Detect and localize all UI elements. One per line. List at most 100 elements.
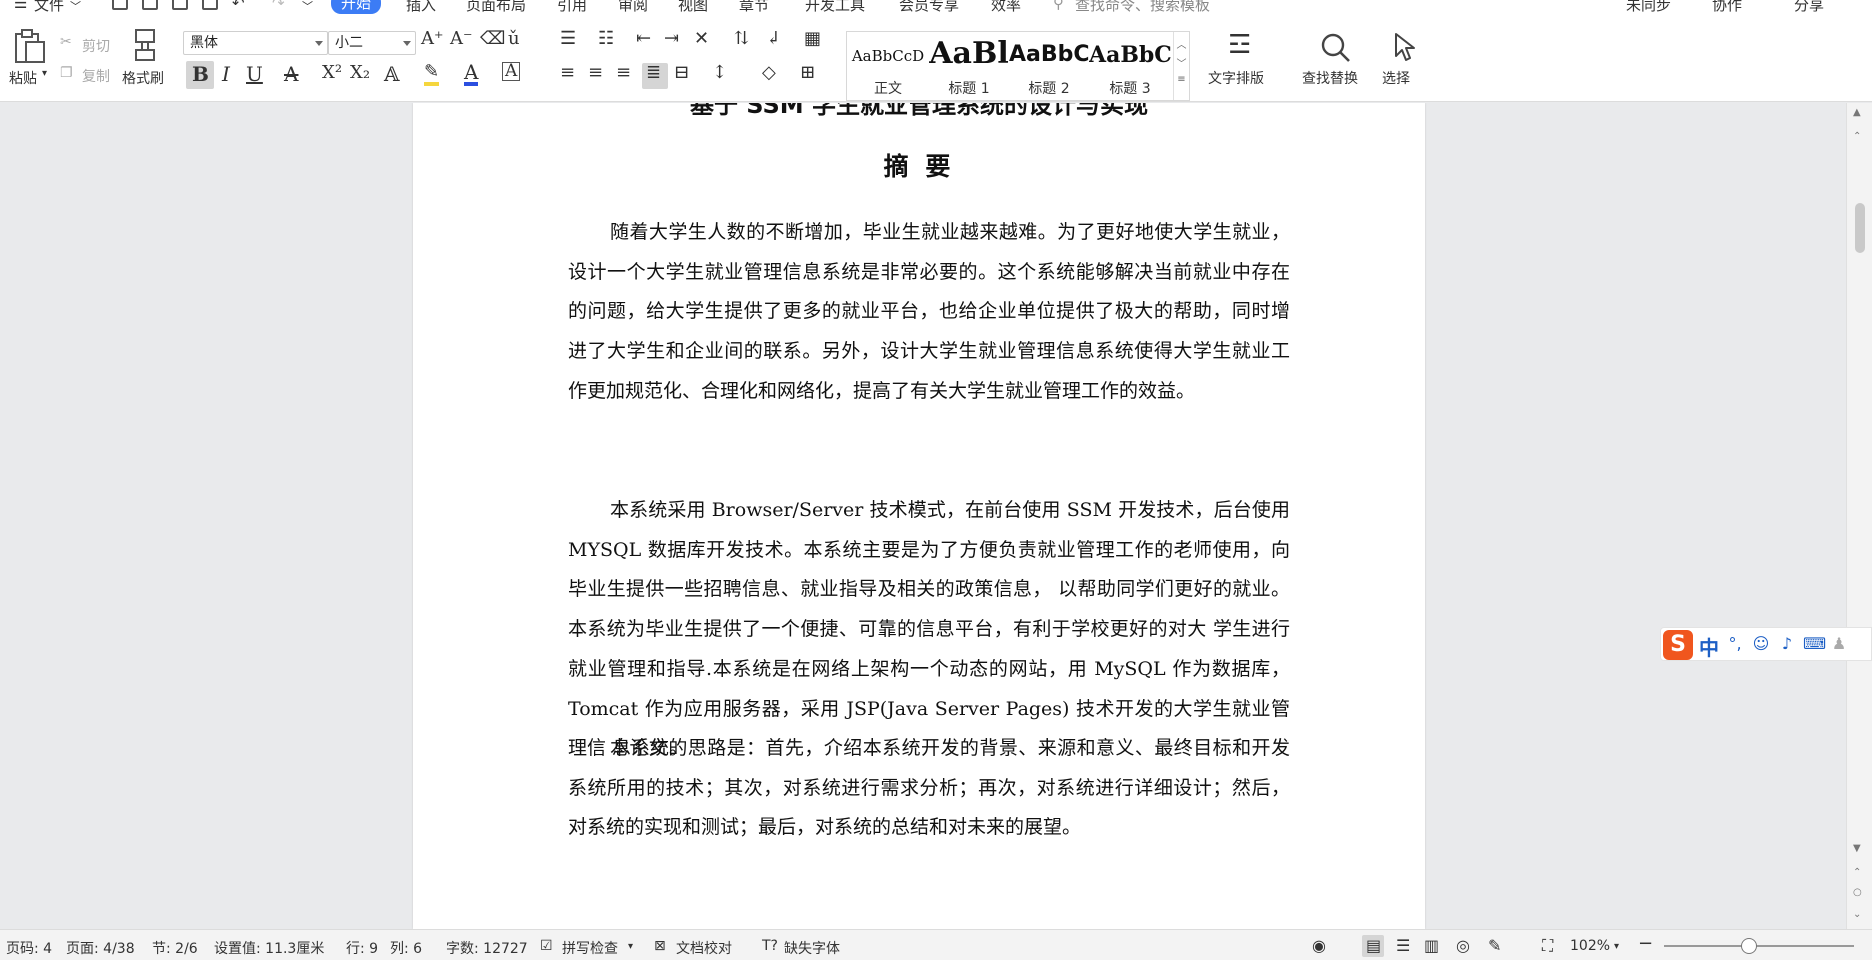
abstract-paragraph-1[interactable]: 随着大学生人数的不断增加，毕业生就业越来越难。为了更好地使大学生就业， 设计一个… — [568, 213, 1290, 412]
chevron-up-icon[interactable]: ︿ — [1174, 36, 1189, 51]
font-color-icon[interactable]: A — [464, 62, 479, 86]
style-normal[interactable]: AaBbCcD 正文 — [847, 32, 929, 100]
bullet-list-icon[interactable]: ☰ — [560, 28, 576, 49]
missing-font-button[interactable]: 缺失字体 — [784, 938, 840, 958]
paste-icon[interactable] — [12, 28, 46, 64]
fit-page-icon[interactable]: ⛶ — [1542, 936, 1553, 956]
format-painter-icon[interactable] — [132, 28, 158, 62]
chevron-down-icon[interactable]: ﹀ — [1174, 55, 1189, 70]
print-icon[interactable] — [172, 0, 188, 10]
copy-button[interactable]: 复制 — [82, 66, 110, 86]
zoom-slider-track[interactable] — [1664, 945, 1854, 947]
cursor-select-icon[interactable] — [1392, 32, 1416, 62]
show-marks-icon[interactable]: ↲ — [766, 28, 781, 49]
borders-icon[interactable]: ⊞ — [800, 62, 815, 83]
document-page[interactable]: 基于 SSM 学生就业管理系统的设计与实现 摘 要 随着大学生人数的不断增加，毕… — [413, 103, 1425, 929]
paste-dropdown-icon[interactable]: ▾ — [42, 68, 47, 79]
bold-icon[interactable]: B — [192, 62, 209, 86]
copy-icon[interactable]: ❐ — [60, 65, 73, 81]
tab-efficiency[interactable]: 效率 — [991, 0, 1021, 14]
align-left-icon[interactable]: ≡ — [560, 62, 575, 83]
find-icon[interactable] — [1320, 32, 1352, 64]
italic-icon[interactable]: I — [222, 62, 230, 86]
proofread-button[interactable]: 文档校对 — [676, 938, 732, 958]
sogou-logo-icon[interactable]: S — [1663, 630, 1693, 660]
font-name-select[interactable]: 黑体 — [183, 31, 328, 55]
cut-button[interactable]: 剪切 — [82, 36, 110, 56]
setting-value[interactable]: 设置值: 11.3厘米 — [214, 938, 324, 958]
paste-button[interactable]: 粘贴 — [9, 68, 37, 88]
missing-font-icon[interactable]: T? — [762, 938, 778, 954]
col-info[interactable]: 列: 6 — [390, 938, 422, 958]
line-spacing-icon[interactable]: ↕ — [712, 62, 727, 83]
zoom-level[interactable]: 102% — [1570, 938, 1610, 954]
word-count[interactable]: 字数: 12727 — [446, 938, 528, 958]
abstract-paragraph-2[interactable]: 本系统采用 Browser/Server 技术模式，在前台使用 SSM 开发技术… — [568, 491, 1290, 769]
cut-icon[interactable]: ✂ — [60, 34, 72, 50]
scrollbar-thumb[interactable] — [1855, 203, 1865, 253]
shrink-font-icon[interactable]: A⁻ — [450, 28, 473, 49]
file-menu[interactable]: 文件 — [34, 0, 64, 14]
proofread-icon[interactable]: ⊠ — [654, 938, 666, 954]
chevron-down-icon[interactable]: ▾ — [628, 941, 633, 952]
page-view-icon[interactable]: ▤ — [1366, 936, 1381, 955]
punctuation-icon[interactable]: °, — [1725, 634, 1745, 654]
emoji-icon[interactable]: ☺ — [1751, 634, 1771, 654]
align-center-icon[interactable]: ≡ — [588, 62, 603, 83]
share-button[interactable]: 分享 — [1794, 0, 1824, 14]
keyboard-icon[interactable]: ⌨ — [1803, 634, 1826, 654]
shading-icon[interactable]: ◇ — [762, 62, 776, 83]
style-heading-3[interactable]: AaBbC 标题 3 — [1089, 32, 1171, 100]
undo-icon[interactable]: ↶ — [232, 0, 245, 12]
chinese-layout-icon[interactable]: ✕ — [694, 28, 709, 49]
numbered-list-icon[interactable]: ☷ — [598, 28, 614, 49]
command-search-input[interactable]: 查找命令、搜索模板 — [1075, 0, 1210, 14]
justify-icon[interactable]: ≣ — [646, 62, 661, 83]
skin-icon[interactable]: ♟ — [1829, 634, 1849, 654]
web-view-icon[interactable]: ◎ — [1456, 936, 1470, 955]
style-heading-1[interactable]: AaBl 标题 1 — [929, 32, 1009, 100]
browse-object-icon[interactable]: ○ — [1853, 887, 1862, 898]
text-effect-icon[interactable]: 𝔸 — [384, 62, 400, 86]
ime-toolbar[interactable]: S 中 °, ☺ ♪ ⌨ ♟ — [1660, 627, 1872, 661]
print-preview-icon[interactable] — [202, 0, 218, 10]
find-replace-button[interactable]: 查找替换 — [1302, 68, 1358, 88]
style-gallery-scroll[interactable]: ︿ ﹀ ≡ — [1173, 32, 1189, 100]
page-code[interactable]: 页码: 4 — [6, 938, 52, 958]
zoom-out-icon[interactable]: − — [1638, 933, 1653, 954]
select-button[interactable]: 选择 — [1382, 68, 1410, 88]
search-icon[interactable]: ⚲ — [1053, 0, 1064, 12]
zoom-slider-handle[interactable] — [1741, 938, 1757, 954]
strikethrough-icon[interactable]: A — [284, 62, 298, 86]
distributed-align-icon[interactable]: ⊟ — [674, 62, 689, 83]
tab-member[interactable]: 会员专享 — [899, 0, 959, 14]
row-info[interactable]: 行: 9 — [346, 938, 378, 958]
spellcheck-button[interactable]: 拼写检查 — [562, 938, 618, 958]
write-mode-icon[interactable]: ✎ — [1488, 936, 1501, 955]
chevron-down-icon[interactable]: ▾ — [1614, 941, 1619, 952]
ime-mode-label[interactable]: 中 — [1699, 632, 1719, 661]
format-painter-button[interactable]: 格式刷 — [122, 68, 164, 88]
subscript-icon[interactable]: X₂ — [350, 62, 370, 83]
menu-icon[interactable]: ☰ — [14, 0, 27, 12]
table-draw-icon[interactable]: ▦ — [804, 28, 821, 49]
export-icon[interactable] — [142, 0, 158, 10]
tab-review[interactable]: 审阅 — [618, 0, 648, 14]
tab-page-layout[interactable]: 页面布局 — [466, 0, 526, 14]
tab-insert[interactable]: 插入 — [406, 0, 436, 14]
font-size-select[interactable]: 小二 — [328, 31, 416, 55]
more-styles-icon[interactable]: ≡ — [1174, 74, 1189, 85]
scroll-down-icon[interactable]: ▼ — [1853, 843, 1861, 854]
increase-indent-icon[interactable]: ⇥ — [664, 28, 679, 49]
microphone-icon[interactable]: ♪ — [1777, 634, 1797, 654]
redo-icon[interactable]: ↷ — [272, 0, 285, 12]
char-border-icon[interactable]: A — [502, 62, 521, 81]
sync-status[interactable]: 未同步 — [1626, 0, 1671, 14]
read-mode-icon[interactable]: ▥ — [1424, 936, 1439, 955]
tab-home[interactable]: 开始 — [331, 0, 382, 14]
vertical-scrollbar[interactable]: ▲ ⌃ ▼ ⌃ ○ ⌄ — [1846, 103, 1872, 929]
clear-format-icon[interactable]: ⌫ — [480, 28, 505, 49]
scroll-up-icon[interactable]: ▲ — [1853, 107, 1861, 118]
text-layout-button[interactable]: 文字排版 — [1208, 68, 1264, 88]
underline-icon[interactable]: U — [246, 62, 263, 86]
